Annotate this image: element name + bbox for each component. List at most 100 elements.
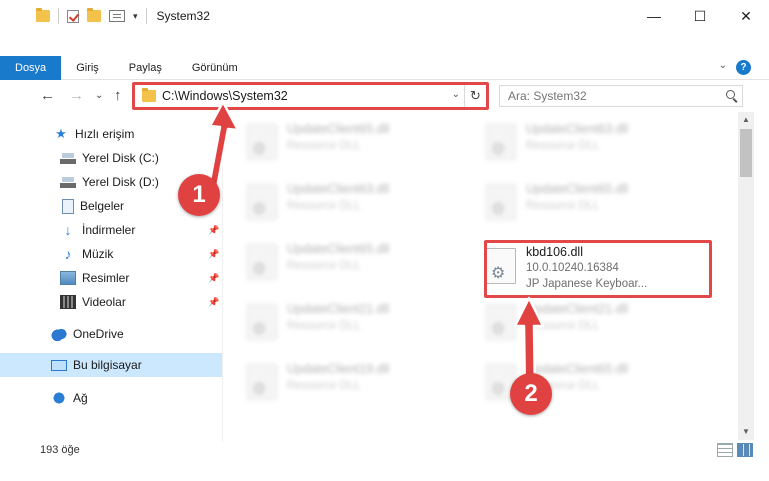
back-button[interactable]: ←	[40, 87, 55, 104]
sidebar-item-quick-access[interactable]: ★ Hızlı erişim	[0, 122, 222, 146]
videos-icon	[60, 295, 76, 309]
sidebar-item-this-pc[interactable]: Bu bilgisayar	[0, 353, 222, 377]
minimize-button[interactable]: —	[631, 0, 677, 32]
step-marker-1: 1	[178, 174, 220, 216]
recent-locations-button[interactable]: ⌄	[95, 90, 103, 101]
sidebar-item-downloads[interactable]: ↓ İndirmeler 📌	[0, 218, 222, 242]
file-name: UpdateClient65.dll	[287, 122, 390, 136]
refresh-button[interactable]: ↻	[464, 85, 486, 107]
tiles-view-button[interactable]	[737, 443, 753, 457]
file-description: Resource DLL	[287, 200, 361, 212]
folder-icon	[142, 88, 156, 102]
search-input[interactable]	[508, 89, 708, 103]
sidebar-item-network[interactable]: Ağ	[0, 386, 222, 410]
tab-view[interactable]: Görünüm	[177, 56, 253, 80]
star-icon: ★	[55, 126, 67, 141]
music-icon: ♪	[64, 246, 72, 262]
customize-toolbar-dropdown[interactable]: ▾	[133, 11, 138, 22]
list-item[interactable]: UpdateClient65.dll Resource DLL	[237, 238, 467, 294]
list-item[interactable]: UpdateClient65.dll Resource DLL	[476, 178, 706, 234]
dll-file-icon	[247, 244, 277, 280]
sidebar-item-label: İndirmeler	[82, 223, 136, 237]
close-button[interactable]: ✕	[723, 0, 769, 32]
file-description: Resource DLL	[526, 200, 600, 212]
computer-icon	[51, 359, 67, 371]
details-view-button[interactable]	[717, 443, 733, 457]
scrollbar-thumb[interactable]	[740, 129, 752, 177]
search-icon[interactable]	[726, 90, 735, 99]
forward-button[interactable]: →	[69, 87, 84, 104]
sidebar-item-label: Bu bilgisayar	[73, 358, 142, 372]
sidebar-item-label: Yerel Disk (C:)	[82, 151, 159, 165]
file-version: 10.0.10240.16384	[526, 262, 619, 274]
pane-divider	[222, 112, 223, 442]
scroll-down-button[interactable]: ▼	[738, 424, 754, 440]
file-name: UpdateClient19.dll	[287, 362, 390, 376]
list-item[interactable]: UpdateClient19.dll Resource DLL	[237, 358, 467, 414]
list-item[interactable]: UpdateClient21.dll Resource DLL	[237, 298, 467, 354]
sidebar-item-label: Videolar	[82, 295, 126, 309]
highlighted-file-item[interactable]: kbd106.dll 10.0.10240.16384 JP Japanese …	[476, 242, 706, 298]
scroll-up-button[interactable]: ▲	[738, 112, 754, 128]
window-title: System32	[156, 9, 210, 23]
sidebar-item-label: Hızlı erişim	[75, 127, 135, 141]
dll-file-icon	[486, 248, 516, 284]
file-description: Resource DLL	[287, 140, 361, 152]
search-box[interactable]	[499, 85, 743, 107]
properties-check-icon[interactable]	[67, 9, 79, 23]
help-icon[interactable]: ?	[736, 60, 751, 75]
tab-share[interactable]: Paylaş	[114, 56, 177, 80]
toolbar-separator	[145, 8, 147, 24]
sidebar-item-videos[interactable]: Videolar 📌	[0, 290, 222, 314]
file-description: Resource DLL	[287, 260, 361, 272]
file-name: UpdateClient65.dll	[526, 362, 629, 376]
file-description: Resource DLL	[526, 140, 600, 152]
file-name: UpdateClient63.dll	[526, 122, 629, 136]
file-description: Resource DLL	[287, 380, 361, 392]
document-icon	[62, 198, 74, 214]
expand-ribbon-icon[interactable]: ⌄	[719, 60, 727, 71]
navigation-pane: ★ Hızlı erişim Yerel Disk (C:) Yerel Dis…	[0, 116, 222, 434]
address-path[interactable]: C:\Windows\System32	[162, 89, 288, 103]
sidebar-item-label: Belgeler	[80, 199, 125, 213]
view-switcher	[717, 443, 753, 457]
disk-icon	[60, 175, 76, 189]
file-description: Resource DLL	[526, 320, 600, 332]
file-name: kbd106.dll	[526, 245, 583, 259]
sidebar-item-local-disk-c[interactable]: Yerel Disk (C:)	[0, 146, 222, 170]
tab-file[interactable]: Dosya	[0, 56, 62, 80]
pin-icon: 📌	[208, 248, 220, 259]
cloud-icon	[51, 327, 67, 341]
sidebar-item-music[interactable]: ♪ Müzik 📌	[0, 242, 222, 266]
address-bar[interactable]: C:\Windows\System32 ⌄ ↻	[133, 84, 487, 108]
list-item[interactable]: UpdateClient21.dll Resource DLL	[476, 298, 706, 354]
sidebar-item-onedrive[interactable]: OneDrive	[0, 322, 222, 346]
list-item[interactable]: UpdateClient63.dll Resource DLL	[237, 178, 467, 234]
pin-icon: 📌	[208, 224, 220, 235]
file-name: UpdateClient65.dll	[287, 242, 390, 256]
folder-icon	[36, 8, 50, 22]
file-name: UpdateClient65.dll	[526, 182, 629, 196]
list-item[interactable]: UpdateClient65.dll Resource DLL	[237, 118, 467, 174]
pin-icon: 📌	[208, 272, 220, 283]
tab-home[interactable]: Giriş	[61, 56, 114, 80]
ribbon-tabs: Dosya Giriş Paylaş Görünüm	[0, 56, 253, 80]
window-bottom	[0, 462, 769, 481]
sidebar-item-pictures[interactable]: Resimler 📌	[0, 266, 222, 290]
maximize-button[interactable]: ☐	[677, 0, 723, 32]
up-button[interactable]: ↑	[114, 87, 122, 104]
vertical-scrollbar[interactable]: ▲ ▼	[738, 112, 754, 440]
address-dropdown-button[interactable]: ⌄	[452, 89, 460, 100]
file-name: UpdateClient63.dll	[287, 182, 390, 196]
window-controls: — ☐ ✕	[631, 0, 769, 32]
properties-icon[interactable]	[109, 10, 125, 22]
dll-file-icon	[247, 364, 277, 400]
list-item[interactable]: UpdateClient63.dll Resource DLL	[476, 118, 706, 174]
new-folder-icon[interactable]	[87, 8, 101, 22]
file-name: UpdateClient21.dll	[287, 302, 390, 316]
toolbar-separator	[58, 8, 59, 24]
file-description: Resource DLL	[287, 320, 361, 332]
sidebar-item-label: Müzik	[82, 247, 114, 261]
title-bar: ▾ System32 — ☐ ✕	[0, 0, 769, 32]
disk-icon	[60, 151, 76, 165]
